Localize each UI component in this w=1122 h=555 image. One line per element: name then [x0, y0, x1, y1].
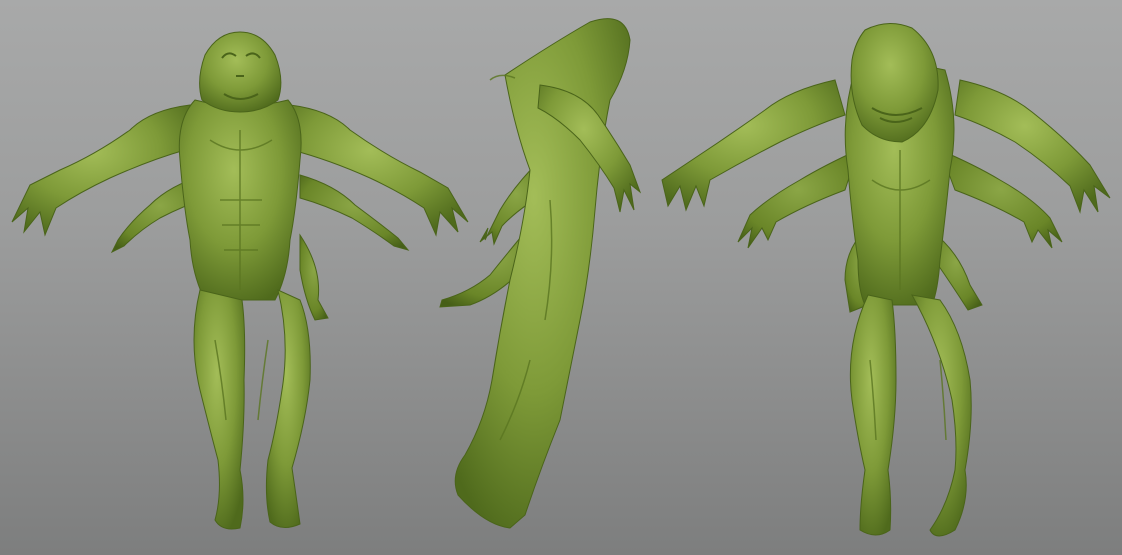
creature-side-view	[439, 18, 642, 529]
render-viewport	[0, 0, 1122, 555]
creature-back-view	[661, 23, 1111, 537]
creature-front-view	[11, 31, 469, 530]
